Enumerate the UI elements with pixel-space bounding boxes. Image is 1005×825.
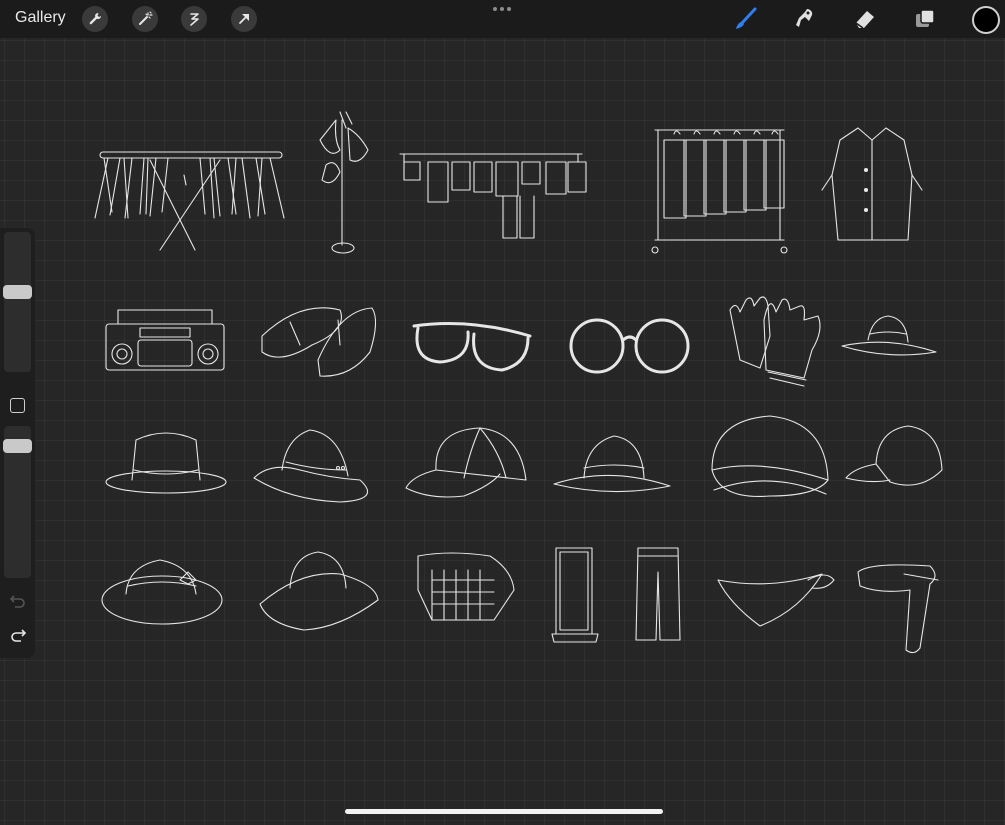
- glasses-round: [569, 318, 690, 374]
- brush-size-slider[interactable]: [4, 232, 31, 372]
- top-toolbar: Gallery: [0, 0, 1005, 38]
- coat-stand: [319, 111, 369, 254]
- eraser-icon[interactable]: [851, 5, 879, 33]
- clothes-rail-tall: [651, 129, 788, 254]
- bandana: [717, 573, 835, 627]
- fedora: [105, 432, 227, 494]
- bow-hat: [101, 559, 223, 625]
- transform-arrow-icon[interactable]: [231, 6, 257, 32]
- opacity-thumb[interactable]: [3, 439, 32, 453]
- cowboy-hat: [253, 429, 369, 503]
- modify-button[interactable]: [10, 398, 25, 413]
- standing-mirror: [551, 547, 599, 643]
- panama-hat: [553, 435, 671, 493]
- brush-size-thumb[interactable]: [3, 285, 32, 299]
- wide-brim-hat: [259, 551, 379, 631]
- redo-icon[interactable]: [8, 626, 28, 644]
- selection-icon[interactable]: [181, 6, 207, 32]
- left-sidebar: [0, 228, 35, 658]
- smudge-icon[interactable]: [791, 5, 819, 33]
- clothes-rail-short: [399, 153, 587, 239]
- coat: [821, 127, 923, 241]
- trousers: [635, 547, 681, 641]
- beanie-cap: [711, 415, 829, 498]
- gallery-button[interactable]: Gallery: [15, 9, 66, 27]
- drawing-canvas[interactable]: [0, 38, 1005, 820]
- wrench-icon[interactable]: [82, 6, 108, 32]
- color-picker-button[interactable]: [972, 6, 1000, 34]
- layers-icon[interactable]: [911, 5, 939, 33]
- gloves: [729, 296, 821, 387]
- ellipsis-icon[interactable]: [493, 7, 511, 11]
- glasses-square: [412, 322, 532, 372]
- laundry-basket: [417, 552, 515, 621]
- sun-hat-small: [841, 315, 937, 356]
- undo-icon[interactable]: [8, 592, 28, 610]
- magic-wand-icon[interactable]: [132, 6, 158, 32]
- home-indicator[interactable]: [345, 809, 663, 814]
- scarf: [857, 564, 939, 654]
- baseball-cap: [405, 427, 527, 498]
- boombox: [105, 309, 225, 371]
- drying-rack: [94, 151, 285, 251]
- baseball-cap-side: [845, 425, 943, 486]
- flip-flops: [261, 307, 377, 377]
- brush-icon[interactable]: [732, 5, 760, 33]
